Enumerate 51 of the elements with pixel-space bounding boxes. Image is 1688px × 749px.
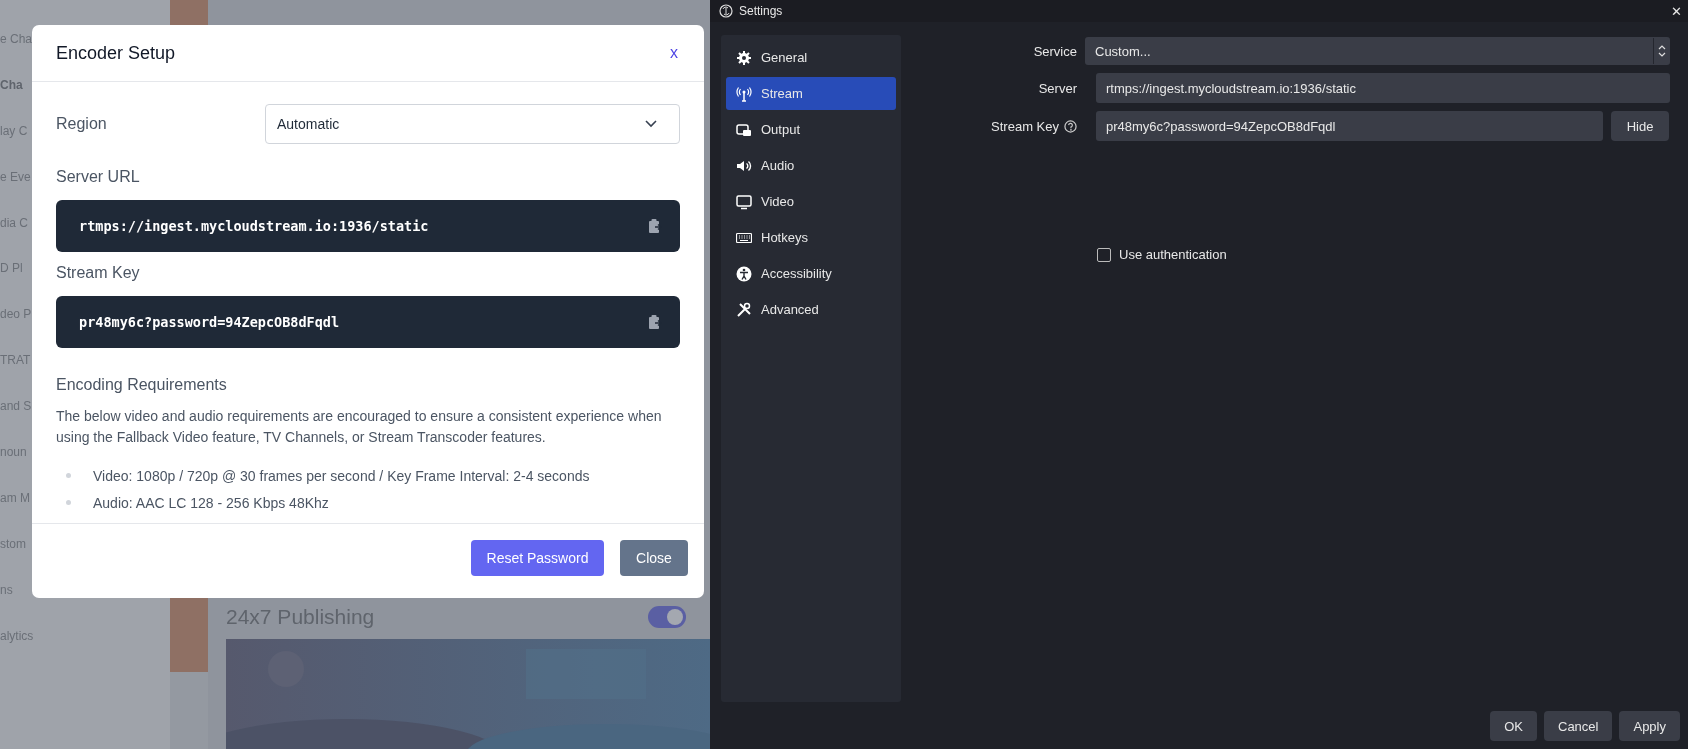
nav-item[interactable]: Audio <box>726 149 896 182</box>
gear-icon <box>736 49 752 66</box>
close-button[interactable]: Close <box>620 540 688 576</box>
description-text: The below video and audio requirements are encouraged to ensure a consistent experience when using the Fallback Video feature, TV Channels, or Stream Transcoder features. <box>56 407 663 447</box>
app-logo-icon <box>719 4 733 18</box>
field-label: Server URL <box>56 168 140 186</box>
service-dropdown[interactable]: Custom... <box>1085 37 1670 65</box>
checkbox[interactable] <box>1097 247 1111 262</box>
stream-key-field[interactable]: pr48my6c?password=94ZepcOB8dFqdl <box>1096 111 1603 141</box>
nav-item[interactable]: General <box>726 41 896 74</box>
checkbox-label: Use authentication <box>1119 247 1227 262</box>
field-label: Service <box>1032 43 1078 59</box>
tools-icon <box>736 301 752 318</box>
clipboard-icon[interactable] <box>648 218 662 234</box>
dialog-button[interactable]: OK <box>1490 711 1537 741</box>
window-title: Settings <box>739 4 784 18</box>
nav-item[interactable]: Advanced <box>726 293 896 326</box>
code-text: rtmps://ingest.mycloudstream.io:1936/static <box>79 218 429 234</box>
field-label: Server <box>1037 80 1078 96</box>
close-button[interactable]: x <box>666 42 682 64</box>
requirement-text: Video: 1080p / 720p @ 30 frames per second / Key Frame Interval: 2-4 seconds <box>93 467 590 484</box>
code-text: pr48my6c?password=94ZepcOB8dFqdl <box>79 314 340 330</box>
region-dropdown[interactable]: Automatic <box>265 104 680 144</box>
antenna-icon <box>736 85 752 102</box>
nav-item[interactable]: Output <box>726 113 896 146</box>
camera-icon <box>736 121 752 138</box>
dialog-button[interactable]: Cancel <box>1544 711 1613 741</box>
nav-item[interactable]: Stream <box>726 77 896 110</box>
dialog-button[interactable]: Apply <box>1619 711 1680 741</box>
monitor-icon <box>736 193 752 210</box>
section-title: Encoding Requirements <box>56 376 227 394</box>
dialog-title: Encoder Setup <box>56 42 176 64</box>
reset-button[interactable]: Reset Password <box>471 540 604 576</box>
nav-item[interactable]: Hotkeys <box>726 221 896 254</box>
field-label: Stream Key <box>991 118 1059 134</box>
server-field[interactable]: rtmps://ingest.mycloudstream.io:1936/static <box>1096 73 1670 103</box>
chevron-icon <box>645 120 657 128</box>
clipboard-icon[interactable] <box>648 314 662 330</box>
field-label: Stream Key <box>56 264 140 282</box>
accessibility-icon <box>736 265 752 282</box>
spinner-arrows-icon <box>1658 44 1666 58</box>
hide-button[interactable]: Hide <box>1611 111 1669 141</box>
bullet-icon <box>66 500 71 505</box>
bullet-icon <box>66 473 71 478</box>
nav-item[interactable]: Video <box>726 185 896 218</box>
requirement-text: Audio: AAC LC 128 - 256 Kbps 48Khz <box>93 494 329 511</box>
toggle-switch[interactable] <box>648 606 686 628</box>
field-label: Region <box>56 115 107 133</box>
close-button[interactable]: ✕ <box>1671 3 1688 19</box>
nav-item[interactable]: Accessibility <box>726 257 896 290</box>
help-icon[interactable] <box>1064 119 1077 133</box>
